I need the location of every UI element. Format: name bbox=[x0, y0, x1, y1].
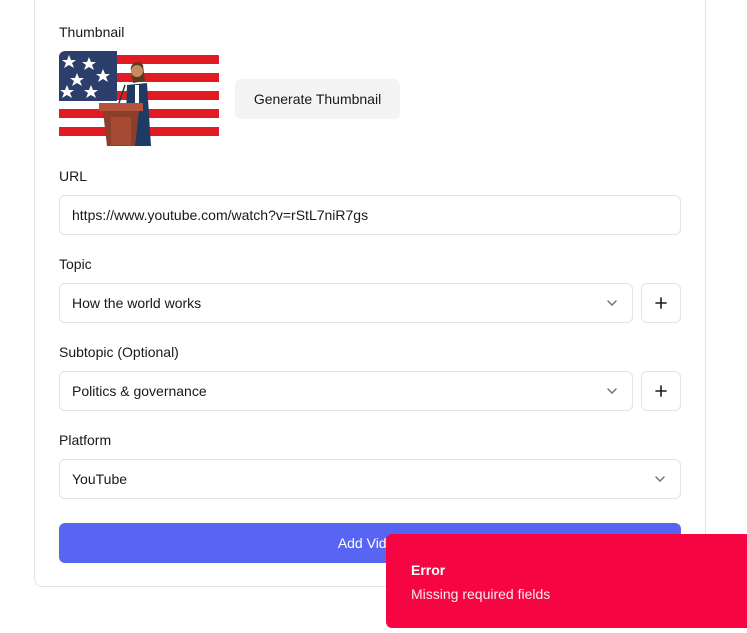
thumbnail-label: Thumbnail bbox=[59, 24, 125, 40]
platform-select[interactable]: YouTube bbox=[59, 459, 681, 499]
topic-select[interactable]: How the world works bbox=[59, 283, 633, 323]
plus-icon bbox=[655, 297, 667, 309]
chevron-down-icon bbox=[607, 300, 617, 306]
error-toast[interactable]: Error Missing required fields bbox=[386, 534, 747, 628]
generate-thumbnail-button[interactable]: Generate Thumbnail bbox=[235, 79, 400, 119]
add-topic-button[interactable] bbox=[641, 283, 681, 323]
subtopic-label: Subtopic (Optional) bbox=[59, 344, 179, 360]
subtopic-value: Politics & governance bbox=[72, 383, 207, 399]
chevron-down-icon bbox=[655, 476, 665, 482]
url-label: URL bbox=[59, 168, 88, 184]
platform-value: YouTube bbox=[72, 471, 128, 487]
platform-label: Platform bbox=[59, 432, 112, 448]
chevron-down-icon bbox=[607, 388, 617, 394]
url-value: https://www.youtube.com/watch?v=rStL7niR… bbox=[72, 207, 369, 223]
subtopic-select[interactable]: Politics & governance bbox=[59, 371, 633, 411]
toast-description: Missing required fields bbox=[411, 586, 551, 602]
topic-value: How the world works bbox=[72, 295, 202, 311]
topic-label: Topic bbox=[59, 256, 92, 272]
toast-title: Error bbox=[411, 562, 446, 578]
url-input[interactable]: https://www.youtube.com/watch?v=rStL7niR… bbox=[59, 195, 681, 235]
plus-icon bbox=[655, 385, 667, 397]
thumbnail-image bbox=[59, 51, 219, 146]
add-subtopic-button[interactable] bbox=[641, 371, 681, 411]
